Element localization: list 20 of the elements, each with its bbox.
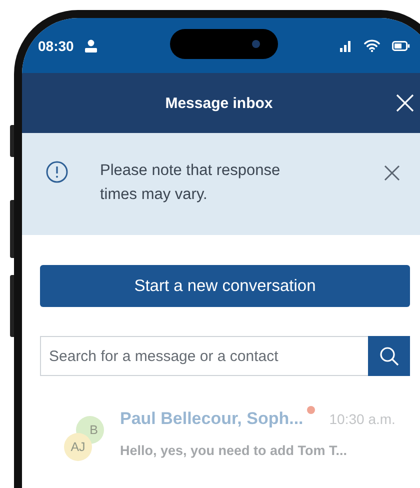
close-icon (384, 165, 400, 181)
conversation-time: 10:30 a.m. (329, 411, 396, 427)
search-field[interactable]: Search for a message or a contact (40, 336, 368, 376)
search-icon (379, 346, 399, 366)
avatar: AJ (64, 433, 92, 461)
person-icon (84, 38, 98, 52)
search-button[interactable] (368, 336, 410, 376)
close-icon (396, 94, 414, 112)
info-icon (46, 161, 68, 183)
wifi-icon (364, 39, 380, 52)
conversation-name: Paul Bellecour, Soph... (120, 409, 304, 429)
status-time: 08:30 (38, 38, 74, 54)
close-button[interactable] (396, 94, 414, 112)
message-preview: Hello, yes, you need to add Tom T... (120, 443, 348, 458)
notice-text: Please note that response times may vary. (100, 161, 282, 205)
battery-icon (392, 40, 410, 50)
start-conversation-button[interactable]: Start a new conversation (40, 265, 410, 307)
dismiss-button[interactable] (384, 165, 400, 181)
signal-icon (340, 40, 352, 52)
header-title: Message inbox (165, 94, 273, 112)
